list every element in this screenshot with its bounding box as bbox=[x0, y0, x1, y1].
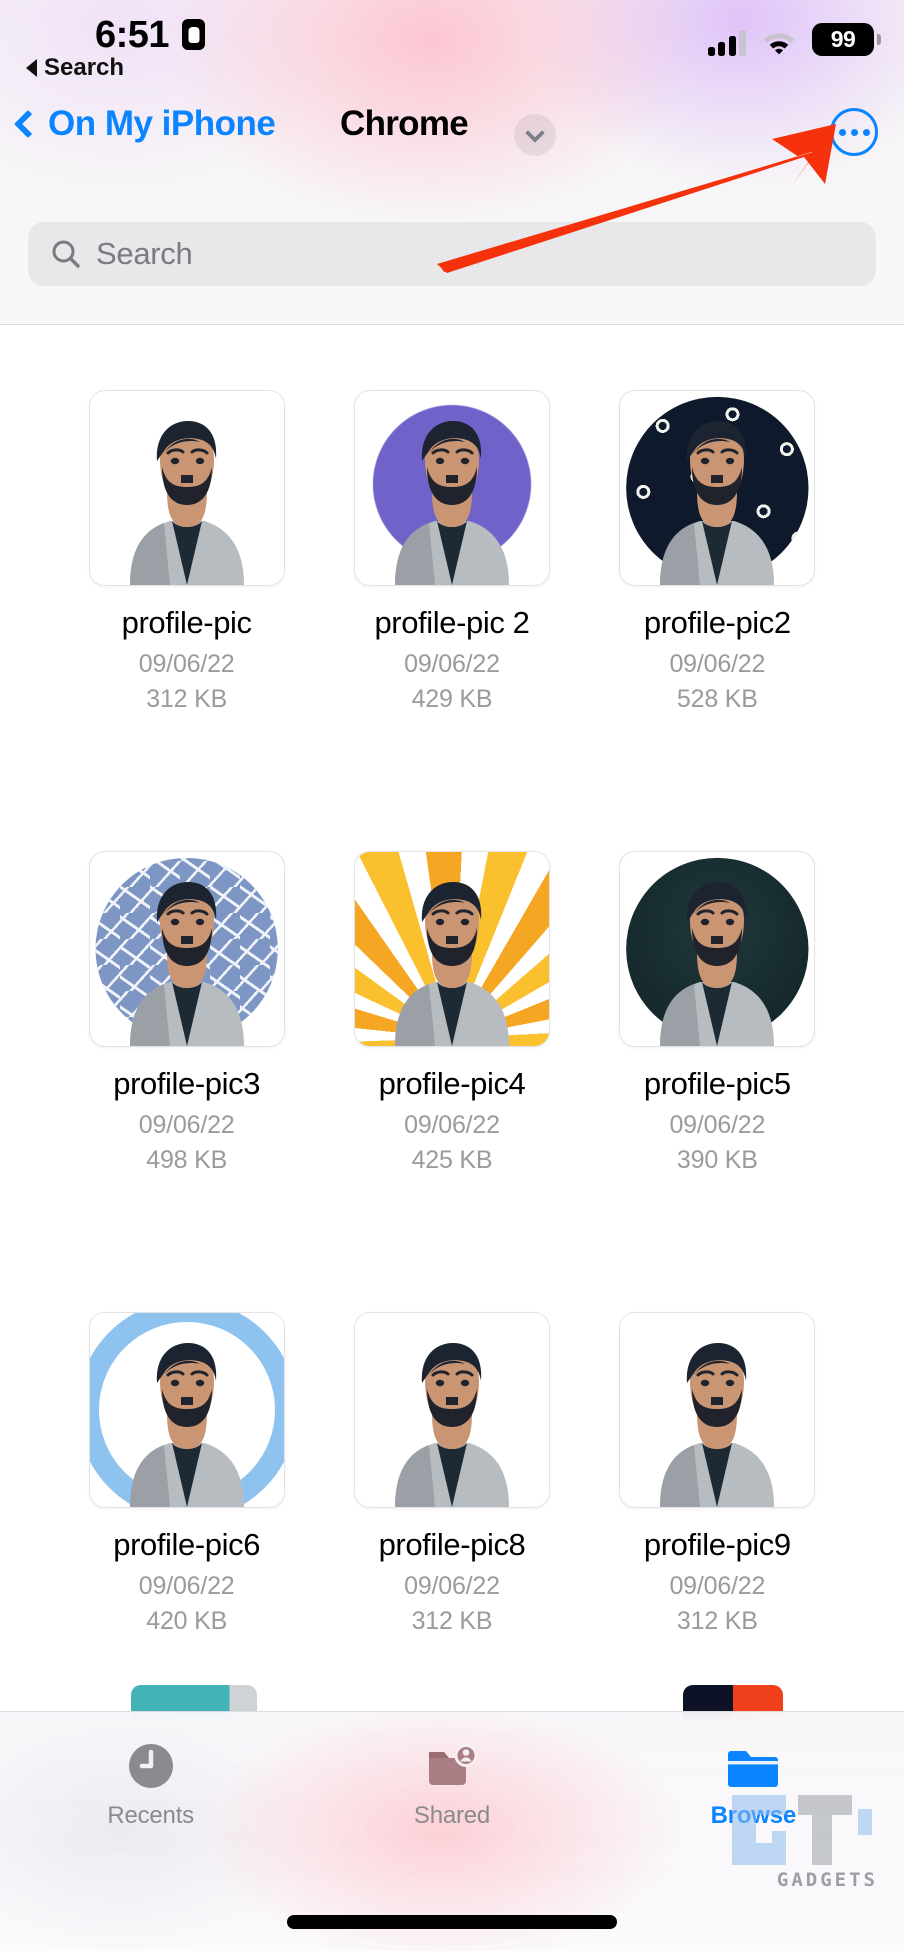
profile-photo bbox=[129, 1343, 244, 1507]
file-grid: profile-pic 09/06/22 312 KB profile-pic 2 0… bbox=[0, 326, 904, 1711]
file-thumbnail[interactable] bbox=[353, 851, 550, 1047]
profile-photo bbox=[660, 421, 775, 585]
file-name: profile-pic 2 bbox=[374, 605, 530, 640]
file-size: 528 KB bbox=[676, 685, 758, 713]
chevron-down-icon[interactable] bbox=[514, 114, 556, 156]
file-thumbnail[interactable] bbox=[619, 390, 816, 586]
file-date: 09/06/22 bbox=[138, 1572, 235, 1600]
nav-back-label: On My iPhone bbox=[48, 104, 276, 143]
back-to-app-label: Search bbox=[44, 54, 125, 81]
file-thumbnail[interactable] bbox=[353, 1312, 550, 1508]
tab-bar-items: Recents Shared Browse bbox=[0, 1712, 904, 1830]
chevron-left-icon bbox=[13, 109, 43, 139]
battery-level-text: 99 bbox=[830, 26, 856, 52]
file-item[interactable]: profile-pic6 09/06/22 420 KB bbox=[72, 1312, 302, 1711]
status-bar: 6:51 99 bbox=[0, 0, 904, 75]
file-item[interactable]: profile-pic 09/06/22 312 KB bbox=[72, 390, 302, 789]
file-name: profile-pic bbox=[121, 605, 252, 640]
status-bar-right-cluster: 99 bbox=[707, 22, 881, 56]
file-item[interactable]: profile-pic2 09/06/22 528 KB bbox=[602, 390, 832, 789]
file-name: profile-pic2 bbox=[643, 605, 791, 640]
profile-photo bbox=[394, 1343, 509, 1507]
tab-shared-label: Shared bbox=[413, 1802, 491, 1829]
top-chrome: 6:51 99 Search On My iPhone Chrome Searc… bbox=[0, 0, 904, 325]
search-placeholder: Search bbox=[96, 236, 193, 271]
file-item[interactable]: profile-pic8 09/06/22 312 KB bbox=[337, 1312, 567, 1711]
file-item[interactable]: profile-pic5 09/06/22 390 KB bbox=[602, 851, 832, 1250]
profile-photo bbox=[660, 1343, 775, 1507]
home-indicator[interactable] bbox=[287, 1915, 617, 1929]
file-date: 09/06/22 bbox=[138, 1111, 235, 1139]
file-thumbnail[interactable] bbox=[619, 1312, 816, 1508]
file-size: 425 KB bbox=[411, 1146, 493, 1174]
search-input[interactable]: Search bbox=[28, 222, 876, 286]
iphone-files-app-screen: 6:51 99 Search On My iPhone Chrome Searc… bbox=[0, 0, 904, 1951]
back-to-search-app-link[interactable]: Search bbox=[26, 54, 124, 82]
tab-recents[interactable]: Recents bbox=[0, 1738, 301, 1830]
file-name: profile-pic6 bbox=[113, 1527, 261, 1562]
file-date: 09/06/22 bbox=[669, 650, 766, 678]
file-name: profile-pic5 bbox=[643, 1066, 791, 1101]
nav-back-button[interactable]: On My iPhone bbox=[13, 104, 276, 144]
file-item[interactable]: profile-pic4 09/06/22 425 KB bbox=[337, 851, 567, 1250]
file-thumbnail[interactable] bbox=[88, 1312, 285, 1508]
profile-photo bbox=[394, 882, 509, 1046]
file-size: 420 KB bbox=[146, 1607, 228, 1635]
file-thumbnail[interactable] bbox=[353, 390, 550, 586]
site-watermark-text: GADGETS bbox=[776, 1869, 878, 1891]
status-time: 6:51 bbox=[95, 14, 170, 56]
shared-folder-icon bbox=[428, 1744, 478, 1785]
ellipsis-circle-icon[interactable] bbox=[830, 108, 878, 156]
file-name: profile-pic8 bbox=[378, 1527, 526, 1562]
file-size: 312 KB bbox=[411, 1607, 493, 1635]
back-triangle-icon bbox=[26, 59, 37, 77]
clock-icon bbox=[128, 1744, 173, 1788]
file-date: 09/06/22 bbox=[404, 650, 500, 678]
file-date: 09/06/22 bbox=[404, 1111, 500, 1139]
file-date: 09/06/22 bbox=[669, 1572, 766, 1600]
file-item[interactable]: profile-pic 2 09/06/22 429 KB bbox=[337, 390, 567, 789]
navigation-bar: On My iPhone Chrome bbox=[0, 96, 904, 168]
tab-bar: Recents Shared Browse bbox=[0, 1711, 904, 1951]
file-name: profile-pic4 bbox=[378, 1066, 526, 1101]
tab-browse-label: Browse bbox=[710, 1802, 797, 1829]
file-size: 390 KB bbox=[676, 1146, 758, 1174]
file-item[interactable]: profile-pic9 09/06/22 312 KB bbox=[602, 1312, 832, 1711]
file-size: 312 KB bbox=[676, 1607, 758, 1635]
battery-indicator: 99 bbox=[812, 23, 881, 56]
file-date: 09/06/22 bbox=[138, 650, 235, 678]
file-name: profile-pic3 bbox=[113, 1066, 261, 1101]
screen-recording-icon bbox=[182, 19, 205, 50]
file-size: 429 KB bbox=[411, 685, 493, 713]
file-thumbnail[interactable] bbox=[619, 851, 816, 1047]
cellular-signal-icon bbox=[707, 30, 746, 56]
profile-photo bbox=[394, 421, 509, 585]
file-name: profile-pic9 bbox=[643, 1527, 791, 1562]
folder-icon bbox=[728, 1751, 779, 1787]
tab-browse[interactable]: Browse bbox=[603, 1738, 904, 1830]
file-thumbnail[interactable] bbox=[88, 851, 285, 1047]
file-date: 09/06/22 bbox=[404, 1572, 500, 1600]
file-item[interactable]: profile-pic3 09/06/22 498 KB bbox=[72, 851, 302, 1250]
page-title: Chrome bbox=[340, 104, 469, 143]
profile-photo bbox=[129, 882, 244, 1046]
file-thumbnail[interactable] bbox=[88, 390, 285, 586]
profile-photo bbox=[660, 882, 775, 1046]
profile-photo bbox=[129, 421, 244, 585]
tab-recents-label: Recents bbox=[107, 1802, 194, 1829]
file-date: 09/06/22 bbox=[669, 1111, 766, 1139]
search-icon bbox=[52, 240, 80, 268]
tab-shared[interactable]: Shared bbox=[301, 1738, 602, 1830]
file-size: 498 KB bbox=[146, 1146, 228, 1174]
wifi-icon bbox=[763, 33, 795, 55]
file-size: 312 KB bbox=[146, 685, 228, 713]
